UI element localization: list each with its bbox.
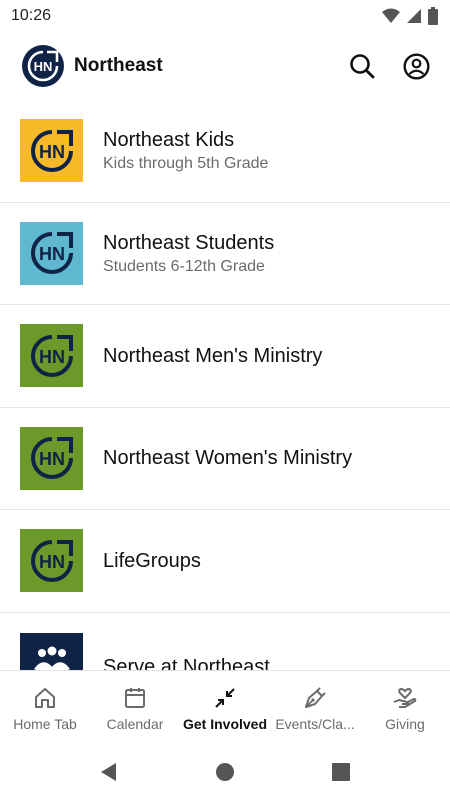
item-title: Northeast Men's Ministry (103, 344, 323, 367)
app-actions (348, 52, 430, 80)
tab-calendar[interactable]: Calendar (90, 671, 180, 744)
page-title: Northeast (74, 55, 163, 76)
search-button[interactable] (348, 52, 376, 80)
item-subtitle: Students 6-12th Grade (103, 257, 265, 275)
hn-logo-icon: HN (30, 129, 73, 172)
list-item-students[interactable]: HN Northeast Students Students 6-12th Gr… (0, 203, 450, 305)
item-subtitle: Kids through 5th Grade (103, 155, 269, 173)
hn-logo-icon: HN (30, 334, 73, 377)
wifi-icon (382, 8, 400, 23)
hn-logo-icon: HN (30, 232, 73, 275)
signal-icon (407, 9, 421, 23)
list-item-womens-ministry[interactable]: HN Northeast Women's Ministry (0, 408, 450, 510)
svg-text:HN: HN (39, 552, 65, 572)
serve-thumbnail (20, 632, 83, 670)
tab-label: Giving (385, 715, 425, 732)
tab-get-involved[interactable]: Get Involved (180, 671, 270, 744)
calendar-icon (125, 687, 145, 708)
tab-giving[interactable]: Giving (360, 671, 450, 744)
svg-text:HN: HN (39, 449, 65, 469)
battery-icon (428, 7, 438, 25)
app-logo: HN (22, 45, 64, 87)
logo-text: HN (34, 59, 53, 74)
tab-label: Get Involved (182, 715, 268, 732)
womens-ministry-thumbnail: HN (20, 426, 83, 490)
ministry-list: HN Northeast Kids Kids through 5th Grade… (0, 100, 450, 670)
item-title: Northeast Students (103, 231, 275, 254)
item-title: LifeGroups (103, 549, 201, 572)
system-back-button[interactable] (98, 761, 120, 783)
svg-text:HN: HN (39, 244, 65, 264)
list-item-lifegroups[interactable]: HN LifeGroups (0, 510, 450, 613)
tab-label: Events/Cla... (275, 715, 355, 732)
account-button[interactable] (402, 52, 430, 80)
students-thumbnail: HN (20, 221, 83, 285)
status-bar: 10:26 (0, 0, 450, 32)
tab-home[interactable]: Home Tab (0, 671, 90, 744)
kids-thumbnail: HN (20, 119, 83, 183)
system-nav-bar (0, 744, 450, 800)
tab-label: Calendar (106, 715, 164, 732)
item-title: Serve at Northeast (103, 655, 270, 671)
mens-ministry-thumbnail: HN (20, 324, 83, 388)
list-item-serve[interactable]: Serve at Northeast (0, 613, 450, 671)
system-home-button[interactable] (214, 761, 236, 783)
status-time: 10:26 (11, 7, 52, 24)
heart-hand-icon (393, 687, 417, 708)
svg-text:HN: HN (39, 142, 65, 162)
collapse-arrows-icon (215, 687, 235, 708)
status-icons (382, 7, 438, 25)
svg-text:HN: HN (39, 347, 65, 367)
tab-label: Home Tab (13, 715, 77, 732)
pen-nib-icon (305, 686, 326, 708)
list-item-kids[interactable]: HN Northeast Kids Kids through 5th Grade (0, 100, 450, 203)
home-icon (35, 687, 55, 708)
back-triangle-icon (101, 763, 116, 781)
search-icon (350, 54, 375, 79)
hn-logo-icon: HN (30, 437, 73, 480)
app-bar: HN Northeast (0, 32, 450, 100)
item-title: Northeast Kids (103, 129, 235, 152)
system-recents-button[interactable] (330, 761, 352, 783)
logo-mark-icon: HN (27, 50, 59, 82)
home-circle-icon (216, 763, 234, 781)
list-item-mens-ministry[interactable]: HN Northeast Men's Ministry (0, 305, 450, 408)
account-icon (402, 52, 430, 80)
people-heart-icon (33, 646, 70, 670)
lifegroups-thumbnail: HN (20, 529, 83, 593)
item-title: Northeast Women's Ministry (103, 447, 353, 470)
bottom-nav: Home Tab Calendar Get Involved Events/Cl… (0, 670, 450, 744)
tab-events-classes[interactable]: Events/Cla... (270, 671, 360, 744)
hn-logo-icon: HN (30, 539, 73, 582)
recents-square-icon (332, 763, 350, 781)
